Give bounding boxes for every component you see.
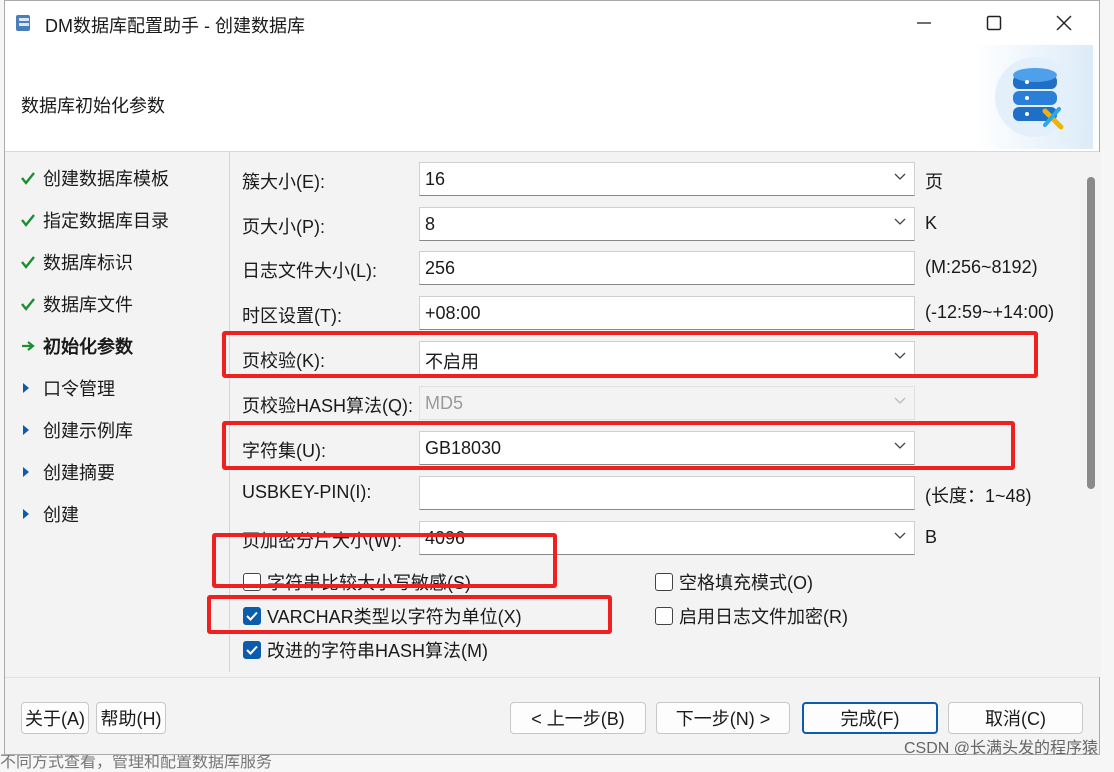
cancel-button[interactable]: 取消(C): [948, 702, 1083, 734]
check-icon: [21, 255, 43, 269]
usbkey-pin-input[interactable]: [419, 476, 915, 510]
blank-pad-checkbox[interactable]: 空格填充模式(O): [655, 569, 813, 595]
chevron-down-icon: [894, 173, 906, 180]
step-db-directory[interactable]: 指定数据库目录: [21, 206, 169, 234]
chevron-down-icon: [894, 532, 906, 539]
time-zone-label: 时区设置(T):: [242, 306, 342, 326]
bullet-icon: [21, 508, 43, 520]
checkbox-box: [655, 573, 673, 591]
page-header: 数据库初始化参数: [5, 45, 1099, 152]
extent-size-label: 簇大小(E):: [242, 172, 325, 192]
minimize-icon: [917, 22, 931, 24]
close-button[interactable]: [1029, 1, 1099, 45]
step-label: 初始化参数: [43, 337, 133, 357]
checkbox-label: 启用日志文件加密(R): [679, 607, 848, 627]
step-create[interactable]: 创建: [21, 500, 79, 528]
page-check-hash-select: MD5: [419, 386, 915, 420]
step-label: 创建: [43, 505, 79, 525]
page-check-hash-label: 页校验HASH算法(Q):: [242, 396, 413, 416]
check-icon: [21, 171, 43, 185]
step-password[interactable]: 口令管理: [21, 374, 115, 402]
highlight-page-check: [222, 331, 1038, 378]
prev-button[interactable]: < 上一步(B): [510, 702, 646, 734]
page-size-select[interactable]: 8: [419, 207, 915, 241]
footer-divider: [5, 677, 1099, 678]
database-tools-icon: [975, 45, 1093, 149]
extent-size-select[interactable]: 16: [419, 162, 915, 196]
bullet-icon: [21, 466, 43, 478]
minimize-button[interactable]: [889, 1, 959, 45]
next-button[interactable]: 下一步(N) >: [656, 702, 790, 734]
about-button[interactable]: 关于(A): [21, 702, 89, 734]
usbkey-pin-range: (长度：1~48): [925, 486, 1032, 506]
checkbox-label: 改进的字符串HASH算法(M): [267, 641, 488, 661]
step-label: 数据库文件: [43, 295, 133, 315]
window-title: DM数据库配置助手 - 创建数据库: [45, 16, 305, 36]
highlight-charset: [222, 421, 1015, 470]
title-bar: DM数据库配置助手 - 创建数据库: [5, 1, 1099, 45]
arrow-right-icon: [21, 339, 43, 353]
chevron-down-icon: [894, 218, 906, 225]
highlight-varchar-char: [207, 595, 612, 634]
step-label: 数据库标识: [43, 253, 133, 273]
step-label: 口令管理: [43, 379, 115, 399]
checkbox-label: 空格填充模式(O): [679, 573, 813, 593]
page-size-row: 页大小(P): 8 K: [231, 204, 1091, 244]
usbkey-pin-row: USBKEY-PIN(I): (长度：1~48): [231, 473, 1091, 513]
step-create-template[interactable]: 创建数据库模板: [21, 164, 169, 192]
finish-button[interactable]: 完成(F): [802, 702, 938, 734]
app-icon: [16, 15, 30, 31]
page-size-unit: K: [925, 213, 938, 233]
improved-hash-checkbox[interactable]: 改进的字符串HASH算法(M): [243, 637, 488, 663]
maximize-button[interactable]: [959, 1, 1029, 45]
step-sample-db[interactable]: 创建示例库: [21, 416, 133, 444]
step-label: 创建数据库模板: [43, 169, 169, 189]
page-check-hash-row: 页校验HASH算法(Q): MD5: [231, 383, 1091, 423]
time-zone-row: 时区设置(T): +08:00 (-12:59~+14:00): [231, 293, 1091, 333]
csdn-watermark: CSDN @长满头发的程序猿: [903, 740, 1098, 757]
help-button[interactable]: 帮助(H): [96, 702, 166, 734]
page-size-label: 页大小(P):: [242, 217, 325, 237]
extent-size-row: 簇大小(E): 16 页: [231, 159, 1091, 199]
page-title: 数据库初始化参数: [21, 96, 165, 116]
wizard-steps: 创建数据库模板 指定数据库目录 数据库标识 数据库文件 初始化参数 口令管理 创…: [5, 152, 230, 672]
step-init-params[interactable]: 初始化参数: [21, 332, 133, 360]
log-size-input[interactable]: 256: [419, 251, 915, 285]
step-label: 指定数据库目录: [43, 211, 169, 231]
maximize-icon: [986, 15, 1002, 31]
time-zone-range: (-12:59~+14:00): [925, 302, 1055, 322]
log-size-range: (M:256~8192): [925, 257, 1038, 277]
enc-slice-unit: B: [925, 527, 938, 547]
checkbox-box: [655, 607, 673, 625]
usbkey-pin-label: USBKEY-PIN(I):: [242, 482, 372, 502]
step-db-identity[interactable]: 数据库标识: [21, 248, 133, 276]
bullet-icon: [21, 424, 43, 436]
form-scrollbar[interactable]: [1087, 177, 1095, 489]
log-encrypt-checkbox[interactable]: 启用日志文件加密(R): [655, 603, 848, 629]
close-icon: [1056, 15, 1072, 31]
step-summary[interactable]: 创建摘要: [21, 458, 115, 486]
checkmark-icon: [243, 641, 261, 659]
log-size-label: 日志文件大小(L):: [242, 261, 377, 281]
step-label: 创建示例库: [43, 421, 133, 441]
check-icon: [21, 297, 43, 311]
step-db-files[interactable]: 数据库文件: [21, 290, 133, 318]
bullet-icon: [21, 382, 43, 394]
check-icon: [21, 213, 43, 227]
time-zone-input[interactable]: +08:00: [419, 296, 915, 330]
extent-size-unit: 页: [925, 172, 943, 192]
chevron-down-icon: [894, 397, 906, 404]
log-size-row: 日志文件大小(L): 256 (M:256~8192): [231, 248, 1091, 288]
step-label: 创建摘要: [43, 463, 115, 483]
highlight-case-sensitive: [212, 533, 557, 588]
